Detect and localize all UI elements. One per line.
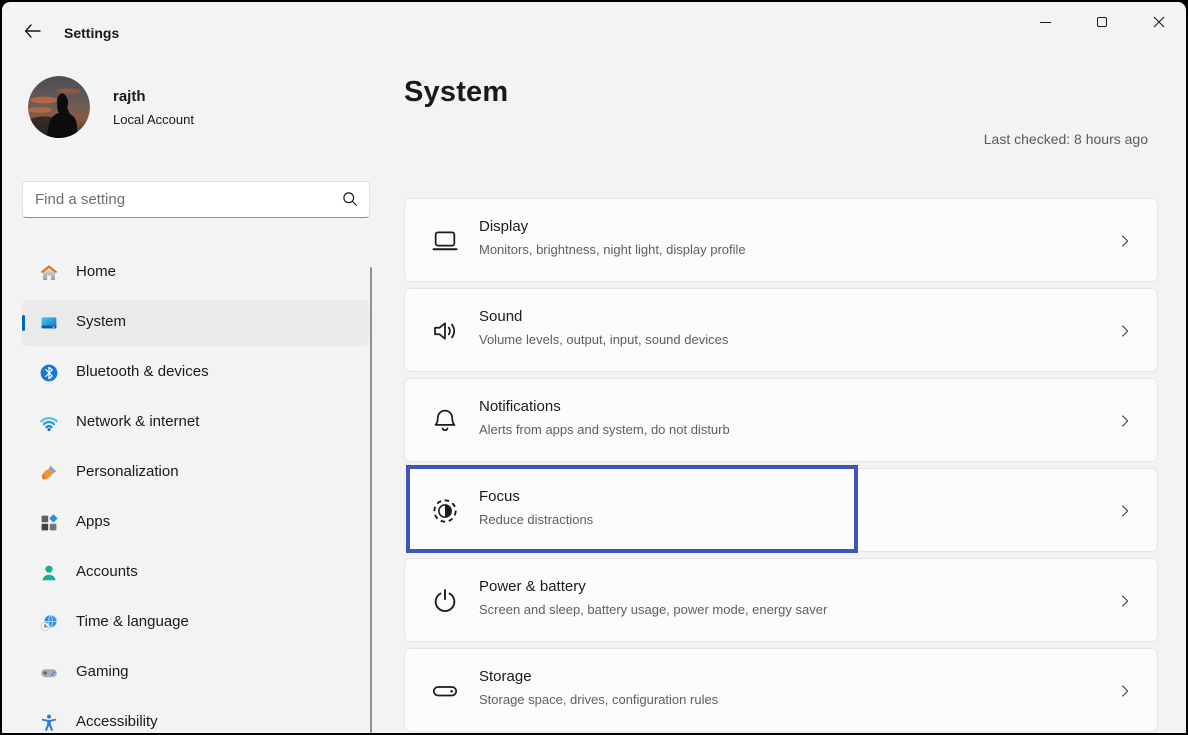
sidebar-item-label: Home (76, 263, 116, 280)
card-display[interactable]: Display Monitors, brightness, night ligh… (404, 198, 1158, 282)
card-subtitle: Alerts from apps and system, do not dist… (479, 422, 730, 437)
sidebar-scrollbar[interactable] (370, 267, 372, 733)
accounts-icon (39, 563, 59, 583)
page-title: System (404, 76, 508, 109)
settings-window: Settings (2, 2, 1186, 733)
close-icon (1153, 16, 1165, 28)
sidebar-item-gaming[interactable]: Gaming (22, 650, 369, 696)
sidebar-item-label: Apps (76, 513, 110, 530)
power-icon (429, 585, 461, 617)
back-button[interactable] (16, 18, 48, 44)
minimize-button[interactable] (1022, 2, 1068, 42)
sidebar-item-label: Accounts (76, 563, 138, 580)
card-title: Sound (479, 308, 522, 325)
avatar (28, 76, 90, 138)
sidebar-item-home[interactable]: Home (22, 250, 369, 296)
card-title: Focus (479, 488, 520, 505)
search-icon (341, 190, 359, 208)
last-checked-status: Last checked: 8 hours ago (922, 131, 1148, 147)
chevron-right-icon (1117, 233, 1133, 249)
account-header[interactable]: rajth Local Account (28, 74, 358, 140)
search-input[interactable] (35, 182, 335, 217)
gaming-icon (39, 663, 59, 683)
back-arrow-icon (23, 23, 42, 39)
card-subtitle: Monitors, brightness, night light, displ… (479, 242, 746, 257)
titlebar: Settings (2, 2, 1186, 50)
account-name: rajth (113, 88, 146, 105)
window-title: Settings (64, 25, 119, 41)
network-icon (39, 413, 59, 433)
sidebar-item-accessibility[interactable]: Accessibility (22, 700, 369, 733)
sidebar-item-bluetooth-devices[interactable]: Bluetooth & devices (22, 350, 369, 396)
sidebar-nav: Home System Bluetooth & devices (22, 250, 369, 733)
last-checked-text: Last checked: 8 hours ago (984, 131, 1148, 147)
card-power-battery[interactable]: Power & battery Screen and sleep, batter… (404, 558, 1158, 642)
card-storage[interactable]: Storage Storage space, drives, configura… (404, 648, 1158, 732)
card-focus[interactable]: Focus Reduce distractions (404, 468, 1158, 552)
bluetooth-icon (39, 363, 59, 383)
time-language-icon (39, 613, 59, 633)
chevron-right-icon (1117, 323, 1133, 339)
card-title: Storage (479, 668, 532, 685)
card-subtitle: Reduce distractions (479, 512, 593, 527)
card-title: Power & battery (479, 578, 586, 595)
chevron-right-icon (1117, 413, 1133, 429)
apps-icon (39, 513, 59, 533)
notifications-icon (429, 405, 461, 437)
card-subtitle: Screen and sleep, battery usage, power m… (479, 602, 827, 617)
settings-card-list: Display Monitors, brightness, night ligh… (404, 198, 1158, 733)
card-title: Display (479, 218, 528, 235)
card-subtitle: Volume levels, output, input, sound devi… (479, 332, 728, 347)
accessibility-icon (39, 713, 59, 733)
maximize-button[interactable] (1079, 2, 1125, 42)
personalization-icon (39, 463, 59, 483)
chevron-right-icon (1117, 503, 1133, 519)
account-type: Local Account (113, 112, 194, 127)
sidebar-item-network-internet[interactable]: Network & internet (22, 400, 369, 446)
system-icon (39, 313, 59, 333)
minimize-icon (1040, 22, 1051, 23)
sidebar-item-system[interactable]: System (22, 300, 369, 346)
chevron-right-icon (1117, 593, 1133, 609)
sidebar-item-label: Bluetooth & devices (76, 363, 209, 380)
sidebar-item-personalization[interactable]: Personalization (22, 450, 369, 496)
sidebar-item-label: Gaming (76, 663, 129, 680)
search-box (22, 181, 370, 218)
sound-icon (429, 315, 461, 347)
storage-icon (429, 675, 461, 707)
card-subtitle: Storage space, drives, configuration rul… (479, 692, 718, 707)
card-notifications[interactable]: Notifications Alerts from apps and syste… (404, 378, 1158, 462)
sidebar-item-label: Network & internet (76, 413, 199, 430)
sidebar-item-time-language[interactable]: Time & language (22, 600, 369, 646)
sidebar-item-label: Time & language (76, 613, 189, 630)
card-sound[interactable]: Sound Volume levels, output, input, soun… (404, 288, 1158, 372)
home-icon (39, 263, 59, 283)
selected-indicator (22, 315, 25, 331)
sidebar-item-label: System (76, 313, 126, 330)
sidebar-item-label: Accessibility (76, 713, 158, 730)
focus-icon (429, 495, 461, 527)
display-icon (429, 225, 461, 257)
chevron-right-icon (1117, 683, 1133, 699)
card-title: Notifications (479, 398, 561, 415)
sidebar-item-accounts[interactable]: Accounts (22, 550, 369, 596)
sidebar-item-apps[interactable]: Apps (22, 500, 369, 546)
maximize-icon (1097, 17, 1107, 27)
sidebar-item-label: Personalization (76, 463, 179, 480)
close-button[interactable] (1136, 2, 1182, 42)
